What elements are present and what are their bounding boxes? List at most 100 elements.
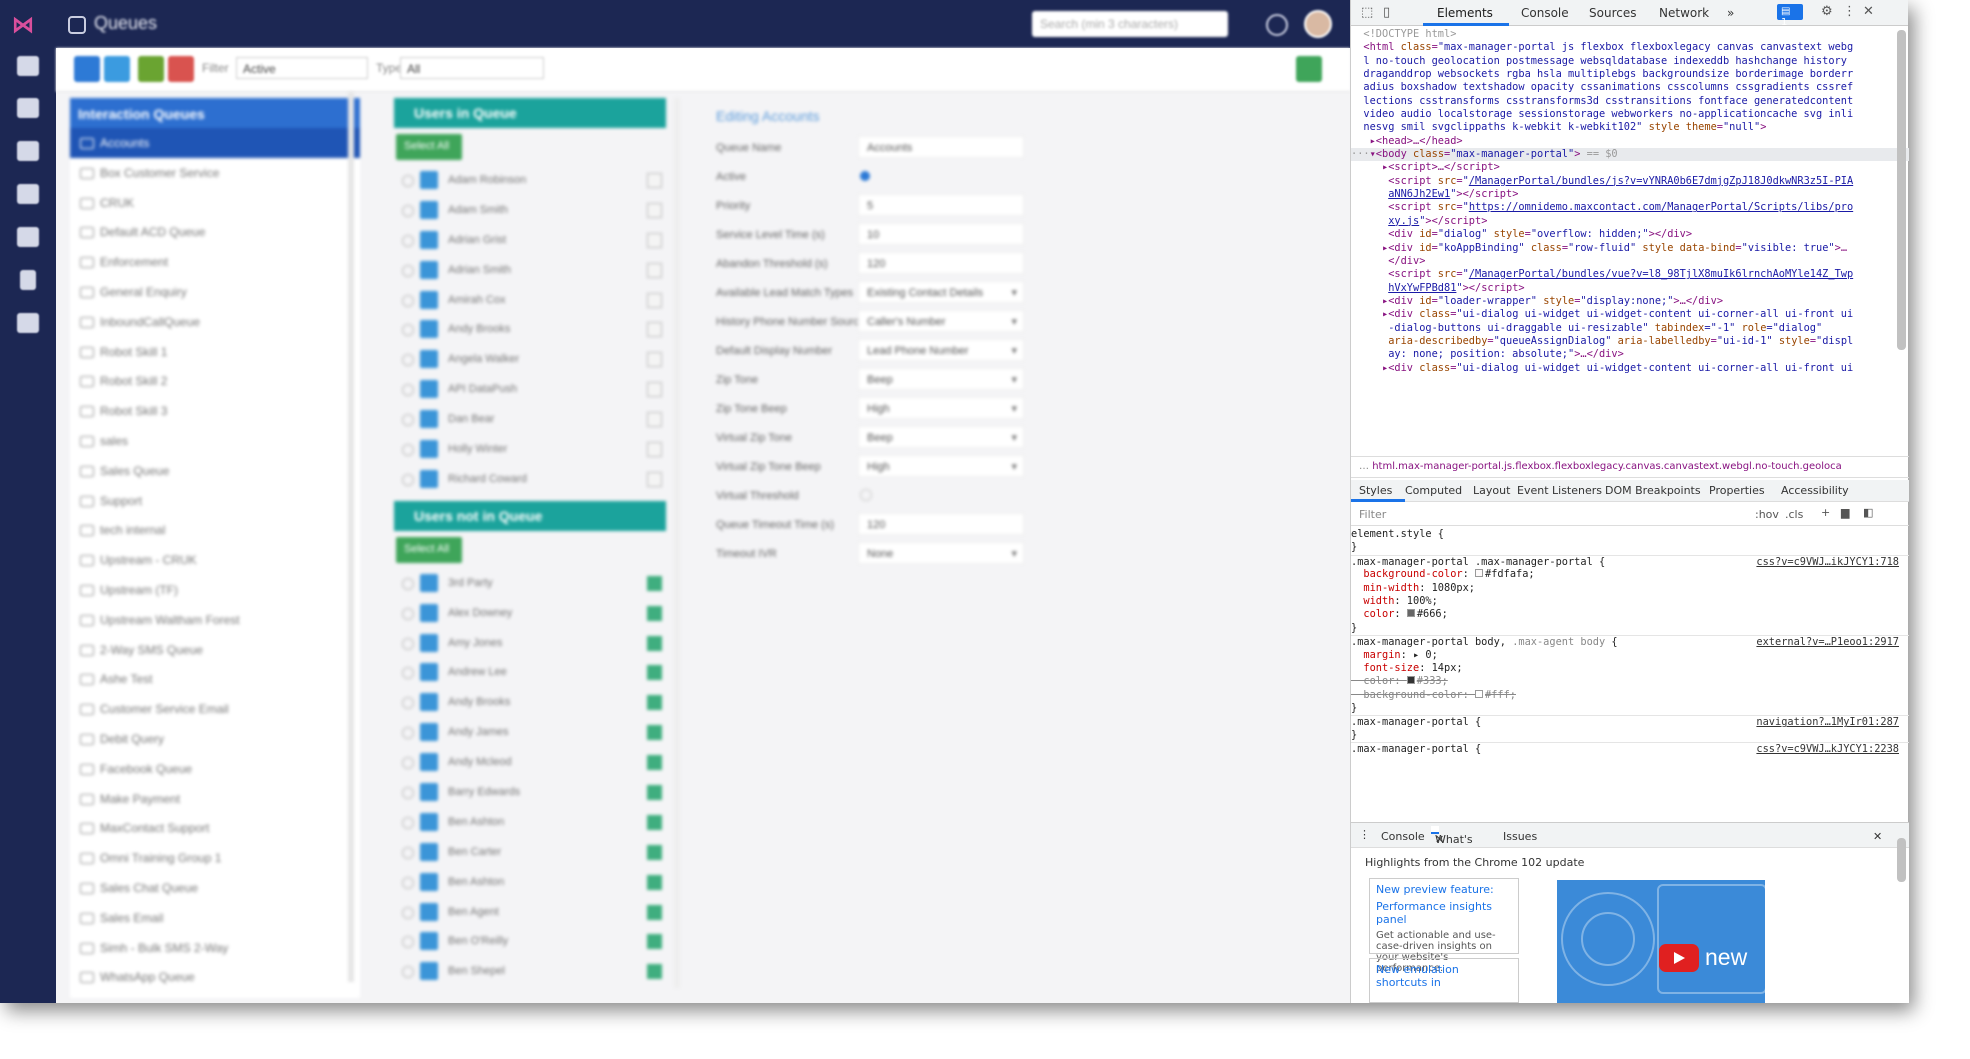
user-checkbox[interactable] — [420, 603, 438, 622]
user-row[interactable]: Dan Bear — [394, 405, 666, 435]
style-rule[interactable]: element.style { — [1351, 528, 1909, 541]
tab-sources[interactable]: Sources — [1589, 6, 1636, 20]
row-radio[interactable] — [402, 787, 414, 800]
excel-icon[interactable] — [138, 56, 164, 82]
drawer-tab-issues[interactable]: Issues — [1503, 830, 1537, 843]
user-checkbox[interactable] — [420, 633, 438, 652]
drawer-tab-whats-new[interactable]: What's New ✕ — [1431, 826, 1473, 859]
user-row[interactable]: API DataPush — [394, 375, 666, 405]
user-row[interactable]: Ben Ashton — [394, 808, 666, 838]
queue-list-scrollbar[interactable] — [348, 92, 354, 982]
avatar[interactable] — [1304, 10, 1332, 38]
queue-list-item[interactable]: Facebook Queue — [70, 754, 360, 784]
play-icon[interactable] — [1659, 944, 1699, 972]
user-checkbox[interactable] — [420, 410, 438, 429]
close-tab-icon[interactable]: ✕ — [1435, 833, 1444, 846]
brand-logo[interactable]: ⋈ — [12, 12, 46, 37]
user-action-icon[interactable] — [647, 635, 662, 651]
dom-line[interactable]: nesvg smil svgclippaths k-webkit k-webki… — [1351, 121, 1909, 134]
queue-list-item[interactable]: Sales Queue — [70, 456, 360, 486]
queue-list-item[interactable]: Box Customer Service — [70, 158, 360, 188]
save-icon[interactable] — [1296, 56, 1322, 82]
user-row[interactable]: Andrew Lee — [394, 658, 666, 688]
style-rule[interactable]: } — [1351, 622, 1909, 635]
dom-line[interactable]: <script src="/ManagerPortal/bundles/vue?… — [1351, 268, 1909, 281]
row-radio[interactable] — [402, 846, 414, 859]
user-checkbox[interactable] — [420, 573, 438, 592]
dom-line[interactable]: video audio localstorage sessionstorage … — [1351, 108, 1909, 121]
user-action-icon[interactable] — [647, 232, 662, 248]
row-radio[interactable] — [402, 697, 414, 710]
user-action-icon[interactable] — [647, 665, 662, 681]
user-checkbox[interactable] — [420, 230, 438, 249]
user-row[interactable]: Adrian Smith — [394, 256, 666, 286]
subtab-layout[interactable]: Layout — [1473, 484, 1510, 497]
document-icon[interactable] — [20, 270, 36, 290]
queue-list-item[interactable]: InboundCallQueue — [70, 307, 360, 337]
users-icon[interactable] — [17, 227, 39, 247]
user-row[interactable]: Ben Agent — [394, 898, 666, 928]
user-checkbox[interactable] — [420, 290, 438, 309]
user-checkbox[interactable] — [420, 812, 438, 831]
user-row[interactable]: Andy Brooks — [394, 688, 666, 718]
filter-select[interactable]: Active — [236, 57, 368, 79]
close-icon[interactable]: ✕ — [1863, 4, 1874, 19]
user-row[interactable]: Andy Brooks — [394, 315, 666, 345]
style-rule[interactable]: } — [1351, 702, 1909, 715]
more-tabs-icon[interactable]: » — [1727, 6, 1734, 20]
select-all-out-button[interactable]: Select All — [396, 536, 462, 563]
user-row[interactable]: Ben Shepel — [394, 957, 666, 987]
field-dropdown[interactable]: Beep — [858, 368, 1024, 390]
field-dropdown[interactable]: Beep — [858, 426, 1024, 448]
feature-link-2[interactable]: Performance insights panel — [1376, 900, 1512, 926]
users-in-queue-header[interactable]: Users in Queue — [394, 98, 666, 128]
user-checkbox[interactable] — [420, 842, 438, 861]
user-action-icon[interactable] — [647, 262, 662, 278]
row-radio[interactable] — [402, 757, 414, 770]
row-radio[interactable] — [402, 234, 414, 247]
dom-line[interactable]: ▸<div id="koAppBinding" class="row-fluid… — [1351, 242, 1909, 255]
drawer-tab-console[interactable]: Console — [1381, 830, 1425, 843]
queue-list-item[interactable]: Debit Query — [70, 724, 360, 754]
row-radio[interactable] — [402, 384, 414, 397]
new-icon[interactable] — [74, 56, 100, 82]
dom-line[interactable]: xy.js"></script> — [1351, 215, 1909, 228]
user-row[interactable]: 3rd Party — [394, 569, 666, 599]
dom-line[interactable]: <div id="dialog" style="overflow: hidden… — [1351, 228, 1909, 241]
queue-list-item[interactable]: Upstream Waltham Forest — [70, 605, 360, 635]
user-action-icon[interactable] — [647, 382, 662, 398]
queue-list-item[interactable]: Robot Skill 3 — [70, 396, 360, 426]
user-row[interactable]: Holly Winter — [394, 435, 666, 465]
queue-list-item[interactable]: Simh - Bulk SMS 2-Way — [70, 933, 360, 963]
subtab-styles[interactable]: Styles — [1359, 484, 1392, 497]
user-checkbox[interactable] — [420, 200, 438, 219]
row-radio[interactable] — [402, 906, 414, 919]
dom-line[interactable]: <script src="/ManagerPortal/bundles/js?v… — [1351, 175, 1909, 188]
copy-icon[interactable] — [104, 56, 130, 82]
dom-line[interactable]: <!DOCTYPE html> — [1351, 28, 1909, 41]
user-row[interactable]: Ben Ashton — [394, 868, 666, 898]
elements-scrollbar[interactable] — [1897, 30, 1906, 350]
user-action-icon[interactable] — [647, 695, 662, 711]
styles-filter-input[interactable]: Filter — [1359, 508, 1386, 521]
user-checkbox[interactable] — [420, 753, 438, 772]
style-rule[interactable]: } — [1351, 541, 1909, 554]
style-rule[interactable]: .max-manager-portal body, .max-agent bod… — [1351, 635, 1909, 648]
style-rule[interactable]: .max-manager-portal {css?v=c9VWJ…kJYCY1:… — [1351, 742, 1909, 755]
user-checkbox[interactable] — [420, 380, 438, 399]
user-row[interactable]: Richard Coward — [394, 465, 666, 495]
field-input[interactable]: 120 — [858, 513, 1024, 535]
add-rule-icon[interactable]: + — [1821, 506, 1830, 519]
row-radio[interactable] — [402, 324, 414, 337]
style-rule[interactable]: .max-manager-portal .max-manager-portal … — [1351, 554, 1909, 568]
style-decl[interactable]: margin: ▸ 0; — [1351, 649, 1909, 662]
user-action-icon[interactable] — [647, 755, 662, 771]
queue-list-item[interactable]: MaxContact Support — [70, 813, 360, 843]
dom-line-selected[interactable]: ···▾<body class="max-manager-portal"> ==… — [1351, 148, 1909, 162]
field-input[interactable]: 120 — [858, 252, 1024, 274]
more-options-icon[interactable]: ⋮ — [1843, 4, 1856, 19]
row-radio[interactable] — [402, 607, 414, 620]
drawer-scrollbar[interactable] — [1897, 838, 1906, 882]
class-toggle[interactable]: .cls — [1785, 508, 1803, 521]
user-action-icon[interactable] — [647, 785, 662, 801]
